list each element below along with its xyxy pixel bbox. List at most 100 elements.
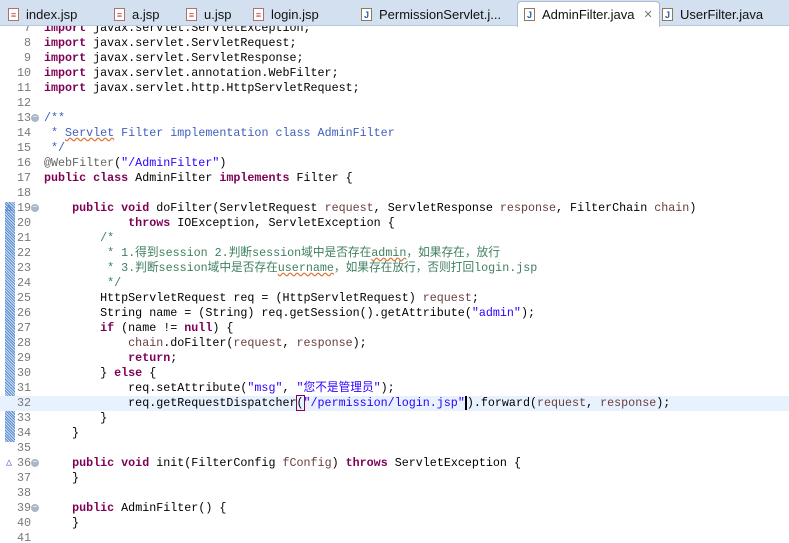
code-line[interactable]: 35 (0, 441, 789, 456)
code-text: throws IOException, ServletException { (44, 216, 395, 231)
code-token: "/permission/login.jsp" (303, 396, 465, 410)
code-token: javax.servlet.ServletRequest; (86, 36, 297, 50)
code-line[interactable]: 30 } else { (0, 366, 789, 381)
code-line[interactable]: 12 (0, 96, 789, 111)
fold-collapse-icon[interactable]: − (31, 204, 39, 212)
code-lines[interactable]: 7 import javax.servlet.ServletException; 8… (0, 26, 789, 543)
line-number: 36 (16, 456, 31, 470)
code-line[interactable]: 37 } (0, 471, 789, 486)
code-line[interactable]: 40 } (0, 516, 789, 531)
code-line[interactable]: 34 } (0, 426, 789, 441)
code-token: javax.servlet.annotation.WebFilter; (86, 66, 339, 80)
code-token: } (44, 426, 80, 440)
code-line[interactable]: 7 import javax.servlet.ServletException; (0, 26, 789, 36)
code-line[interactable]: 24 */ (0, 276, 789, 291)
jsp-file-icon: ≡ (186, 7, 197, 21)
code-line[interactable]: 21 /* (0, 231, 789, 246)
code-line[interactable]: 17 public class AdminFilter implements Fi… (0, 171, 789, 186)
code-token: */ (100, 276, 122, 290)
tab-adminfilter-java[interactable]: J AdminFilter.java ✕ (517, 1, 660, 27)
code-line[interactable]: 10 import javax.servlet.annotation.WebFil… (0, 66, 789, 81)
code-token: "msg" (247, 381, 283, 395)
code-line[interactable]: 20 throws IOException, ServletException … (0, 216, 789, 231)
tab-login-jsp[interactable]: ≡ login.jsp (253, 3, 319, 25)
code-token: } (44, 471, 80, 485)
code-token: * 3.判断session域中是否存在 (100, 261, 278, 275)
tab-label: u.jsp (204, 6, 232, 22)
code-line[interactable]: 23 * 3.判断session域中是否存在username，如果存在放行，否则… (0, 261, 789, 276)
code-line[interactable]: 22 * 1.得到session 2.判断session域中是否存在admin，… (0, 246, 789, 261)
code-token: admin (371, 246, 407, 260)
code-text: chain.doFilter(request, response); (44, 336, 367, 351)
line-number: 33 (16, 411, 31, 425)
code-line[interactable]: 16 @WebFilter("/AdminFilter") (0, 156, 789, 171)
code-token: public (72, 501, 115, 515)
code-line[interactable]: 33 } (0, 411, 789, 426)
close-tab-icon[interactable]: ✕ (643, 8, 652, 21)
code-token: , (282, 336, 297, 350)
code-token: { (142, 366, 157, 380)
code-text: public void doFilter(ServletRequest requ… (44, 201, 696, 216)
code-token: } (44, 366, 115, 380)
tab-userfilter-java[interactable]: J UserFilter.java (662, 3, 763, 25)
code-line[interactable]: 13−/** (0, 111, 789, 126)
code-line[interactable]: 31 req.setAttribute("msg", "您不是管理员"); (0, 381, 789, 396)
tab-permissionservlet-j-[interactable]: J PermissionServlet.j... (361, 3, 501, 25)
tab-label: index.jsp (26, 6, 78, 22)
code-line[interactable]: 29 return; (0, 351, 789, 366)
line-number: 34 (16, 426, 31, 440)
code-token: } (44, 411, 108, 425)
tab-index-jsp[interactable]: ≡ index.jsp (8, 3, 77, 25)
code-text: HttpServletRequest req = (HttpServletReq… (44, 291, 479, 306)
code-token: ); (656, 396, 671, 410)
code-token: } (44, 516, 80, 530)
code-line[interactable]: 11 import javax.servlet.http.HttpServletR… (0, 81, 789, 96)
line-number: 22 (16, 246, 31, 260)
code-line[interactable]: 8 import javax.servlet.ServletRequest; (0, 36, 789, 51)
code-line[interactable]: 26 String name = (String) req.getSession… (0, 306, 789, 321)
code-line[interactable]: 19 △ − public void doFilter(ServletRequest… (0, 201, 789, 216)
code-token: .doFilter( (163, 336, 234, 350)
tab-u-jsp[interactable]: ≡ u.jsp (186, 3, 231, 25)
code-token: * 1.得到session 2.判断session域中是否存在 (100, 246, 372, 260)
code-editor[interactable]: 7 import javax.servlet.ServletException; 8… (0, 26, 789, 543)
line-number: 25 (16, 291, 31, 305)
code-line[interactable]: 25 HttpServletRequest req = (HttpServlet… (0, 291, 789, 306)
code-line[interactable]: 9 import javax.servlet.ServletResponse; (0, 51, 789, 66)
tab-a-jsp[interactable]: ≡ a.jsp (114, 3, 159, 25)
code-line[interactable]: 41 (0, 531, 789, 543)
fold-collapse-icon[interactable]: − (31, 504, 39, 512)
code-line[interactable]: 18 (0, 186, 789, 201)
editor-tab-bar: ≡ index.jsp ≡ a.jsp ≡ u.jsp ≡ login.jsp J Permiss… (0, 0, 789, 27)
code-token: fConfig (282, 456, 332, 470)
code-line[interactable]: 36 △ − public void init(FilterConfig fConf… (0, 456, 789, 471)
fold-collapse-icon[interactable]: − (31, 459, 39, 467)
fold-collapse-icon[interactable]: − (31, 114, 39, 122)
code-line[interactable]: 15 */ (0, 141, 789, 156)
line-number: 31 (16, 381, 31, 395)
code-token: req.setAttribute( (44, 381, 248, 395)
code-line[interactable]: 14 * Servlet Filter implementation class… (0, 126, 789, 141)
code-text: } (44, 411, 107, 426)
code-line[interactable]: 28 chain.doFilter(request, response); (0, 336, 789, 351)
code-token: request (233, 336, 283, 350)
code-token: /* (100, 231, 115, 245)
code-token: Filter { (289, 171, 353, 185)
code-token: * (44, 126, 66, 140)
code-line[interactable]: 32 req.getRequestDispatcher("/permission… (0, 395, 789, 411)
code-token: if (100, 321, 115, 335)
code-token: "您不是管理员" (296, 381, 381, 395)
code-line[interactable]: 38 (0, 486, 789, 501)
code-line[interactable]: 39− public AdminFilter() { (0, 501, 789, 516)
line-number: 28 (16, 336, 31, 350)
code-token: implements (219, 171, 290, 185)
code-token: return (128, 351, 171, 365)
override-marker-icon: △ (6, 458, 13, 469)
line-number: 8 (23, 36, 31, 50)
code-text: public AdminFilter() { (44, 501, 226, 516)
code-token: ) (464, 396, 474, 410)
code-line[interactable]: 27 if (name != null) { (0, 321, 789, 336)
code-token: ，如果存在放行，否则打回login.jsp (333, 261, 538, 275)
